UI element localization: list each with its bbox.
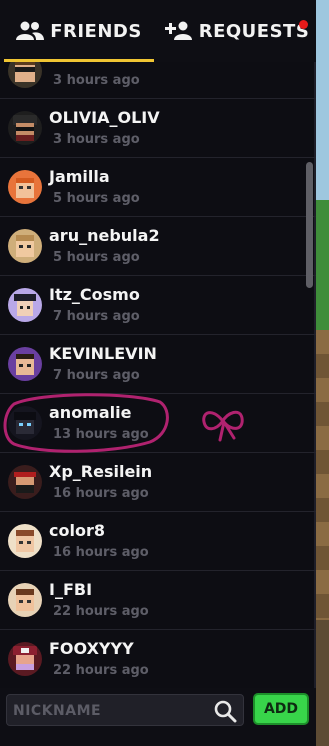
friend-row[interactable]: anomalie 13 hours ago	[0, 394, 316, 453]
friend-name: Xp_Resilein	[49, 462, 153, 481]
last-seen: 16 hours ago	[53, 486, 149, 501]
friend-row[interactable]: OLIVIA_OLIV 3 hours ago	[0, 99, 316, 158]
friend-name: Itz_Cosmo	[49, 285, 140, 304]
avatar	[8, 288, 42, 322]
avatar	[8, 170, 42, 204]
add-friend-icon	[164, 21, 192, 40]
friend-name: color8	[49, 521, 105, 540]
avatar	[8, 406, 42, 440]
friend-row[interactable]: aru_nebula2 5 hours ago	[0, 217, 316, 276]
friend-row[interactable]: KEVINLEVIN 7 hours ago	[0, 335, 316, 394]
tab-friends[interactable]: FRIENDS	[0, 0, 158, 62]
avatar	[8, 583, 42, 617]
tab-friends-label: FRIENDS	[50, 20, 142, 42]
last-seen: 3 hours ago	[53, 132, 140, 147]
last-seen: 5 hours ago	[53, 250, 140, 265]
last-seen: 7 hours ago	[53, 309, 140, 324]
friend-row[interactable]: I_FBI 22 hours ago	[0, 571, 316, 630]
avatar	[8, 642, 42, 676]
friend-name: OLIVIA_OLIV	[49, 108, 160, 127]
friend-row[interactable]: FOOXYYY 22 hours ago	[0, 630, 316, 688]
avatar	[8, 229, 42, 263]
search-icon[interactable]	[213, 699, 237, 723]
friend-row[interactable]: Jamilla 5 hours ago	[0, 158, 316, 217]
last-seen: 22 hours ago	[53, 663, 149, 678]
add-button[interactable]: ADD	[253, 693, 309, 725]
tab-bar: FRIENDS REQUESTS	[0, 0, 316, 62]
friends-icon	[16, 21, 45, 40]
friend-name: FOOXYYY	[49, 639, 134, 658]
scrollbar-thumb[interactable]	[306, 162, 313, 288]
last-seen: 13 hours ago	[53, 427, 149, 442]
last-seen: 16 hours ago	[53, 545, 149, 560]
avatar	[8, 465, 42, 499]
nickname-search	[6, 694, 244, 727]
friend-name: anomalie	[49, 403, 132, 422]
notification-badge	[299, 20, 308, 29]
friend-row[interactable]: Itz_Cosmo 7 hours ago	[0, 276, 316, 335]
friend-row[interactable]: 3 hours ago	[0, 62, 316, 99]
nickname-input[interactable]	[11, 695, 205, 727]
avatar	[8, 524, 42, 558]
friend-row[interactable]: color8 16 hours ago	[0, 512, 316, 571]
friend-name: KEVINLEVIN	[49, 344, 157, 363]
avatar	[8, 111, 42, 145]
tab-requests[interactable]: REQUESTS	[158, 0, 316, 62]
last-seen: 3 hours ago	[53, 73, 140, 88]
friend-name: Jamilla	[49, 167, 110, 186]
last-seen: 22 hours ago	[53, 604, 149, 619]
friends-list[interactable]: 3 hours ago OLIVIA_OLIV 3 hours ago Jami…	[0, 62, 316, 688]
friend-row[interactable]: Xp_Resilein 16 hours ago	[0, 453, 316, 512]
tab-requests-label: REQUESTS	[198, 20, 310, 42]
friend-name: I_FBI	[49, 580, 93, 599]
friend-name: aru_nebula2	[49, 226, 160, 245]
friends-panel: FRIENDS REQUESTS 3 hours ago OLIVIA_OLIV…	[0, 0, 316, 746]
add-friend-bar: ADD	[0, 688, 316, 746]
last-seen: 7 hours ago	[53, 368, 140, 383]
avatar	[8, 62, 42, 88]
last-seen: 5 hours ago	[53, 191, 140, 206]
avatar	[8, 347, 42, 381]
scrollbar[interactable]	[305, 62, 315, 688]
